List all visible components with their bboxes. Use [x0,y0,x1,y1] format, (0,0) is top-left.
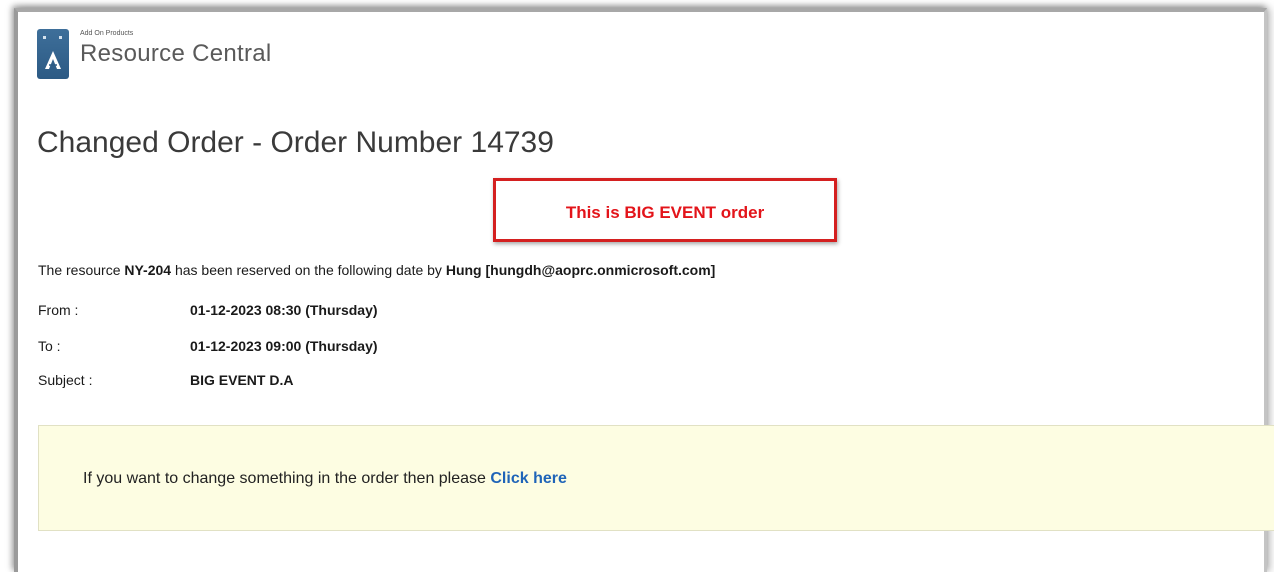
notice-message: If you want to change something in the o… [83,470,491,487]
page-title: Changed Order - Order Number 14739 [37,126,554,159]
reservation-middle: has been reserved on the following date … [171,262,446,278]
subject-label: Subject : [38,372,93,388]
brand-name: Resource Central [80,40,272,67]
click-here-link[interactable]: Click here [490,470,566,487]
from-label: From : [38,302,79,318]
big-event-text: This is BIG EVENT order [565,203,765,222]
resource-name: NY-204 [124,262,172,278]
big-event-callout: This is BIG EVENT order [493,178,837,242]
to-label: To : [38,338,61,354]
reserved-by-user: Hung [hungdh@aoprc.onmicrosoft.com] [445,262,716,278]
from-value: 01-12-2023 08:30 (Thursday) [190,302,378,318]
change-order-notice: If you want to change something in the o… [38,425,1274,531]
app-logo-icon [37,29,69,79]
reservation-prefix: The resource [38,262,125,278]
to-value: 01-12-2023 09:00 (Thursday) [190,338,378,354]
notice-text: If you want to change something in the o… [83,470,567,488]
reservation-sentence: The resource NY-204 has been reserved on… [38,262,715,278]
subject-value: BIG EVENT D.A [190,372,294,388]
brand-subtitle: Add On Products [80,30,134,37]
